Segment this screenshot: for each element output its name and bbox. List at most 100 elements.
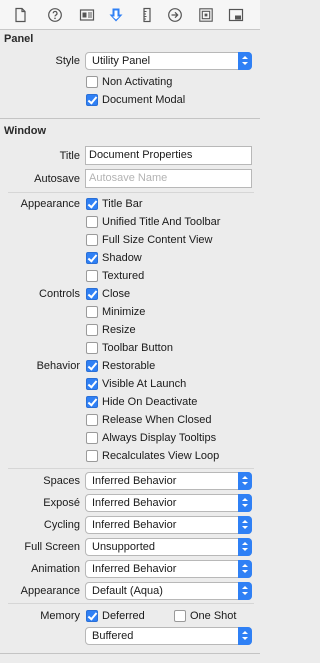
non-activating-label: Non Activating	[102, 76, 173, 88]
close-option[interactable]: Close	[86, 287, 130, 301]
memory-label: Memory	[40, 610, 80, 622]
spaces-popup[interactable]: Inferred Behavior	[85, 472, 252, 490]
cycling-popup[interactable]: Inferred Behavior	[85, 516, 252, 534]
connections-icon[interactable]	[167, 7, 183, 23]
full-screen-popup[interactable]: Unsupported	[85, 538, 252, 556]
chevron-updown-icon	[238, 472, 252, 490]
document-modal-option[interactable]: Document Modal	[86, 93, 185, 107]
textured-checkbox[interactable]	[86, 270, 98, 282]
title-field[interactable]: Document Properties	[85, 146, 252, 165]
visible-at-launch-label: Visible At Launch	[102, 378, 187, 390]
close-checkbox[interactable]	[86, 288, 98, 300]
cycling-popup-value: Inferred Behavior	[92, 519, 177, 531]
restorable-option[interactable]: Restorable	[86, 359, 155, 373]
deferred-checkbox[interactable]	[86, 610, 98, 622]
help-icon[interactable]	[47, 7, 63, 23]
inspector-toolbar	[0, 0, 260, 30]
expose-popup-value: Inferred Behavior	[92, 497, 177, 509]
identity-icon[interactable]	[79, 7, 95, 23]
always-display-tooltips-checkbox[interactable]	[86, 432, 98, 444]
chevron-updown-icon	[238, 538, 252, 556]
shadow-checkbox[interactable]	[86, 252, 98, 264]
always-display-tooltips-option[interactable]: Always Display Tooltips	[86, 431, 216, 445]
release-when-closed-checkbox[interactable]	[86, 414, 98, 426]
unified-title-toolbar-option[interactable]: Unified Title And Toolbar	[86, 215, 220, 229]
recalculates-view-loop-option[interactable]: Recalculates View Loop	[86, 449, 219, 463]
file-icon[interactable]	[12, 7, 28, 23]
window-section-title: Window	[4, 125, 47, 137]
section-divider	[0, 118, 260, 119]
size-icon[interactable]	[139, 7, 155, 23]
recalculates-view-loop-checkbox[interactable]	[86, 450, 98, 462]
restorable-label: Restorable	[102, 360, 156, 372]
chevron-updown-icon	[238, 494, 252, 512]
style-popup-value: Utility Panel	[92, 55, 151, 67]
recalculates-view-loop-label: Recalculates View Loop	[102, 450, 220, 462]
release-when-closed-label: Release When Closed	[102, 414, 212, 426]
chevron-updown-icon	[238, 560, 252, 578]
non-activating-option[interactable]: Non Activating	[86, 75, 172, 89]
appearance-popup-value: Default (Aqua)	[92, 585, 163, 597]
visible-at-launch-option[interactable]: Visible At Launch	[86, 377, 186, 391]
hide-on-deactivate-checkbox[interactable]	[86, 396, 98, 408]
toolbar-button-checkbox[interactable]	[86, 342, 98, 354]
restorable-checkbox[interactable]	[86, 360, 98, 372]
deferred-option[interactable]: Deferred	[86, 609, 145, 623]
section-divider	[0, 653, 260, 654]
title-bar-checkbox[interactable]	[86, 198, 98, 210]
appearance-popup-label: Appearance	[20, 585, 80, 597]
autosave-field[interactable]: Autosave Name	[85, 169, 252, 188]
animation-popup[interactable]: Inferred Behavior	[85, 560, 252, 578]
deferred-label: Deferred	[102, 610, 145, 622]
bindings-icon[interactable]	[198, 7, 214, 23]
attributes-icon[interactable]	[108, 7, 124, 23]
panel-section-title: Panel	[4, 33, 34, 45]
minimize-checkbox[interactable]	[86, 306, 98, 318]
title-label: Title	[59, 150, 80, 162]
one-shot-checkbox[interactable]	[174, 610, 186, 622]
non-activating-checkbox[interactable]	[86, 76, 98, 88]
resize-label: Resize	[102, 324, 136, 336]
backing-popup[interactable]: Buffered	[85, 627, 252, 645]
shadow-label: Shadow	[102, 252, 142, 264]
release-when-closed-option[interactable]: Release When Closed	[86, 413, 211, 427]
spaces-label: Spaces	[43, 475, 80, 487]
unified-title-toolbar-checkbox[interactable]	[86, 216, 98, 228]
behavior-label: Behavior	[36, 360, 80, 372]
toolbar-button-option[interactable]: Toolbar Button	[86, 341, 173, 355]
document-modal-label: Document Modal	[102, 94, 186, 106]
hide-on-deactivate-label: Hide On Deactivate	[102, 396, 198, 408]
visible-at-launch-checkbox[interactable]	[86, 378, 98, 390]
spaces-popup-value: Inferred Behavior	[92, 475, 177, 487]
appearance-popup[interactable]: Default (Aqua)	[85, 582, 252, 600]
minimize-option[interactable]: Minimize	[86, 305, 145, 319]
shadow-option[interactable]: Shadow	[86, 251, 142, 265]
expose-label: Exposé	[43, 497, 80, 509]
effects-icon[interactable]	[228, 7, 244, 23]
resize-checkbox[interactable]	[86, 324, 98, 336]
one-shot-option[interactable]: One Shot	[174, 609, 236, 623]
close-label: Close	[102, 288, 131, 300]
group-divider	[8, 192, 254, 193]
chevron-updown-icon	[238, 582, 252, 600]
full-size-content-option[interactable]: Full Size Content View	[86, 233, 212, 247]
minimize-label: Minimize	[102, 306, 146, 318]
backing-popup-value: Buffered	[92, 630, 134, 642]
title-bar-option[interactable]: Title Bar	[86, 197, 143, 211]
unified-title-toolbar-label: Unified Title And Toolbar	[102, 216, 221, 228]
appearance-label: Appearance	[20, 198, 80, 210]
chevron-updown-icon	[238, 516, 252, 534]
autosave-label: Autosave	[34, 173, 80, 185]
textured-label: Textured	[102, 270, 145, 282]
expose-popup[interactable]: Inferred Behavior	[85, 494, 252, 512]
full-size-content-label: Full Size Content View	[102, 234, 213, 246]
document-modal-checkbox[interactable]	[86, 94, 98, 106]
resize-option[interactable]: Resize	[86, 323, 136, 337]
textured-option[interactable]: Textured	[86, 269, 144, 283]
style-popup[interactable]: Utility Panel	[85, 52, 252, 70]
cycling-label: Cycling	[43, 519, 80, 531]
full-size-content-checkbox[interactable]	[86, 234, 98, 246]
group-divider	[8, 468, 254, 469]
hide-on-deactivate-option[interactable]: Hide On Deactivate	[86, 395, 197, 409]
toolbar-button-label: Toolbar Button	[102, 342, 173, 354]
